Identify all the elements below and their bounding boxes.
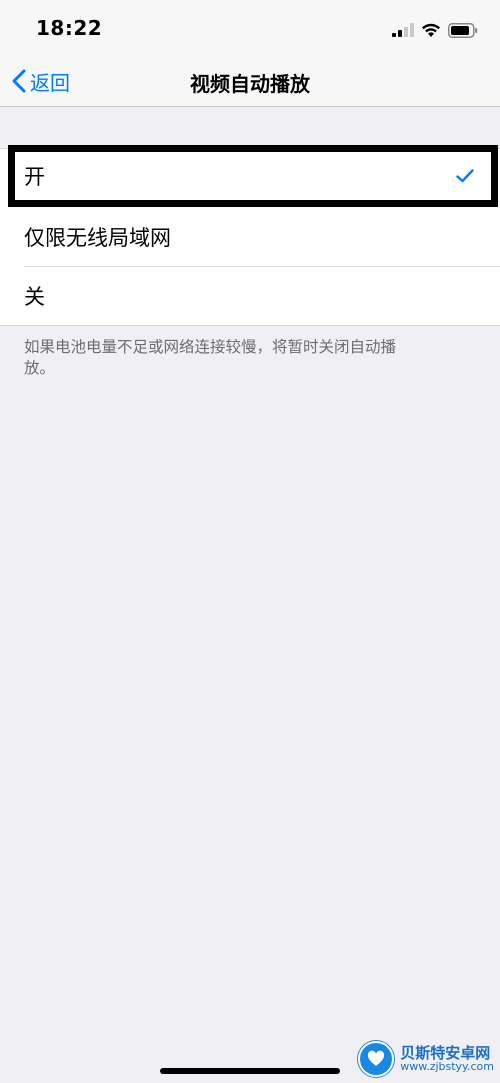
- status-time: 18:22: [36, 16, 103, 40]
- option-label: 关: [24, 284, 45, 309]
- autoplay-options-list: 开 仅限无线局域网 关: [0, 145, 500, 326]
- option-label: 开: [24, 165, 45, 189]
- option-on[interactable]: 开: [8, 145, 498, 207]
- watermark-title: 贝斯特安卓网: [400, 1043, 491, 1062]
- watermark-url: www.zjbstyy.com: [400, 1060, 494, 1074]
- watermark-logo-icon: [358, 1041, 395, 1077]
- watermark: 贝斯特安卓网 www.zjbstyy.com: [358, 1041, 494, 1077]
- footer-note: 如果电池电量不足或网络连接较慢，将暂时关闭自动播放。: [24, 338, 397, 377]
- home-indicator[interactable]: [160, 1068, 340, 1074]
- navigation-bar: 返回 视频自动播放: [0, 56, 500, 107]
- wifi-icon: [422, 23, 440, 37]
- option-label: 仅限无线局域网: [24, 225, 171, 250]
- status-icons: [392, 20, 478, 40]
- status-bar: 18:22: [0, 0, 500, 56]
- signal-icon: [392, 23, 414, 37]
- watermark-text: 贝斯特安卓网 www.zjbstyy.com: [400, 1045, 494, 1074]
- option-wlan-only[interactable]: 仅限无线局域网: [0, 207, 500, 266]
- page-title: 视频自动播放: [190, 72, 310, 96]
- option-off[interactable]: 关: [0, 266, 500, 325]
- battery-icon: [448, 22, 478, 38]
- checkmark-icon: [456, 169, 474, 183]
- heart-icon: [368, 1050, 385, 1066]
